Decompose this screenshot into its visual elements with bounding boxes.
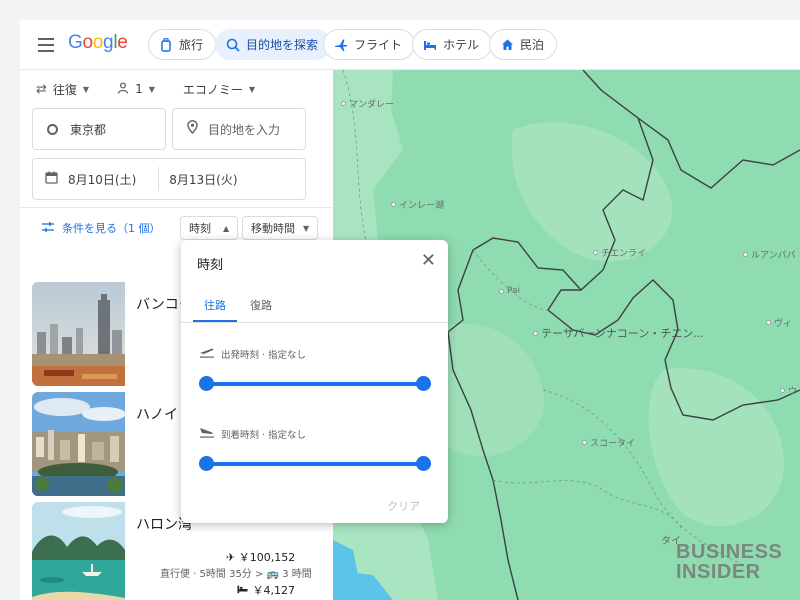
caret-down-icon: ▼ bbox=[82, 84, 90, 94]
map-label-luang-prabang[interactable]: ルアンパバ bbox=[743, 248, 796, 261]
date-field[interactable]: 8月10日(土) 8月13日(火) bbox=[32, 158, 306, 200]
map-label-mandalay[interactable]: マンダレー bbox=[341, 97, 394, 110]
map-label-pai[interactable]: Pai bbox=[499, 286, 520, 296]
origin-circle-icon bbox=[47, 123, 58, 135]
halong-bay-photo bbox=[32, 502, 125, 600]
business-insider-watermark: BUSINESS INSIDER bbox=[676, 541, 783, 583]
arrival-time-slider[interactable] bbox=[206, 462, 424, 466]
arrival-slider-max-handle[interactable] bbox=[416, 456, 431, 471]
destination-field[interactable]: 目的地を入力 bbox=[172, 108, 306, 150]
destination-name: ハノイ bbox=[136, 407, 178, 423]
return-date[interactable]: 8月13日(火) bbox=[169, 171, 237, 188]
chip-travel[interactable]: 旅行 bbox=[148, 29, 217, 60]
calendar-icon bbox=[45, 171, 58, 188]
trip-options: ⇄ 往復 ▼ 1 ▼ エコノミー ▼ bbox=[36, 78, 255, 100]
arrival-slider-min-handle[interactable] bbox=[199, 456, 214, 471]
house-icon bbox=[500, 38, 514, 52]
flight-info-row: 直行便 · 5時間 35分 > 🚌 3 時間 bbox=[160, 565, 312, 580]
clear-button[interactable]: クリア bbox=[387, 498, 420, 514]
luggage-icon bbox=[159, 37, 173, 52]
departure-time-slider[interactable] bbox=[206, 382, 424, 386]
view-filters-label: 条件を見る（1 個） bbox=[62, 222, 161, 235]
popup-title: 時刻 bbox=[197, 258, 224, 273]
time-filter-button[interactable]: 時刻 ▲ bbox=[180, 216, 239, 240]
duration-filter-button[interactable]: 移動時間 ▼ bbox=[242, 216, 319, 240]
departure-time-label: 出発時刻 · 指定なし bbox=[221, 349, 307, 361]
swap-arrows-icon: ⇄ bbox=[36, 81, 47, 97]
chip-explore-label: 目的地を探索 bbox=[246, 38, 319, 52]
depart-date[interactable]: 8月10日(土) bbox=[68, 171, 136, 188]
departure-slider-max-handle[interactable] bbox=[416, 376, 431, 391]
cabin-class-select[interactable]: エコノミー ▼ bbox=[183, 81, 255, 98]
bus-icon: 🚌 bbox=[266, 569, 279, 580]
caret-down-icon: ▼ bbox=[148, 84, 155, 94]
arrival-time-label: 到着時刻 · 指定なし bbox=[221, 429, 307, 441]
flight-price-row: ✈ ￥100,152 bbox=[226, 549, 295, 565]
map-label-chiang-mai[interactable]: テーサバーンナコーン・チエン... bbox=[533, 325, 704, 341]
duration-filter-label: 移動時間 bbox=[251, 222, 295, 235]
destination-placeholder: 目的地を入力 bbox=[208, 122, 281, 137]
departure-slider-min-handle[interactable] bbox=[199, 376, 214, 391]
passenger-count: 1 bbox=[135, 82, 143, 96]
bangkok-photo bbox=[32, 282, 125, 386]
chip-vacation-rentals-label: 民泊 bbox=[520, 38, 545, 52]
map-label-inle-lake[interactable]: インレー湖 bbox=[391, 198, 444, 211]
menu-icon[interactable] bbox=[38, 38, 54, 52]
chip-vacation-rentals[interactable]: 民泊 bbox=[489, 29, 558, 60]
google-logo[interactable]: Google bbox=[68, 32, 128, 54]
location-pin-icon bbox=[187, 120, 198, 138]
time-filter-popup: 時刻 ✕ 往路 復路 出発時刻 · 指定なし 到着時刻 · 指定なし クリア bbox=[181, 240, 448, 523]
tab-outbound[interactable]: 往路 bbox=[204, 297, 226, 313]
explore-icon bbox=[226, 38, 240, 52]
arrival-time-label-row: 到着時刻 · 指定なし bbox=[199, 426, 306, 441]
chip-flights-label: フライト bbox=[354, 38, 403, 52]
tune-icon bbox=[42, 221, 54, 235]
chip-hotels[interactable]: ホテル bbox=[412, 29, 493, 60]
view-filters-button[interactable]: 条件を見る（1 個） bbox=[34, 216, 169, 240]
cabin-class-value: エコノミー bbox=[182, 82, 243, 97]
hotel-price-row: ￥4,127 bbox=[236, 582, 295, 598]
time-filter-label: 時刻 bbox=[189, 222, 211, 235]
flight-info: 直行便 · 5時間 35分 > bbox=[160, 569, 264, 580]
departure-time-label-row: 出発時刻 · 指定なし bbox=[199, 346, 306, 361]
top-bar: Google 旅行 目的地を探索 フライト ホテル 民泊 bbox=[20, 20, 800, 70]
airplane-icon bbox=[334, 38, 348, 52]
hanoi-photo bbox=[32, 392, 125, 496]
trip-type-select[interactable]: ⇄ 往復 ▼ bbox=[36, 81, 89, 98]
origin-value: 東京都 bbox=[70, 122, 107, 137]
flight-price: ￥100,152 bbox=[238, 551, 296, 564]
airplane-icon: ✈ bbox=[226, 551, 236, 564]
ground-transport-info: 3 時間 bbox=[282, 569, 312, 580]
map-label-udon[interactable]: ウ bbox=[780, 384, 797, 397]
chip-travel-label: 旅行 bbox=[179, 38, 204, 52]
origin-field[interactable]: 東京都 bbox=[32, 108, 166, 150]
map-label-sukhothai[interactable]: スコータイ bbox=[582, 436, 635, 449]
chip-explore[interactable]: 目的地を探索 bbox=[215, 29, 332, 60]
landing-icon bbox=[199, 426, 215, 441]
passenger-select[interactable]: 1 ▼ bbox=[117, 81, 155, 97]
bed-icon bbox=[236, 584, 253, 597]
map-label-chiang-rai[interactable]: チエンライ bbox=[593, 246, 646, 259]
bed-icon bbox=[423, 38, 437, 52]
caret-down-icon: ▼ bbox=[303, 223, 310, 233]
chip-hotels-label: ホテル bbox=[443, 38, 480, 52]
chip-flights[interactable]: フライト bbox=[323, 29, 416, 60]
takeoff-icon bbox=[199, 346, 215, 361]
caret-up-icon: ▲ bbox=[223, 223, 230, 233]
tab-return[interactable]: 復路 bbox=[250, 297, 272, 313]
close-icon[interactable]: ✕ bbox=[421, 250, 436, 271]
map-label-vientiane[interactable]: ヴィ bbox=[766, 316, 792, 329]
trip-type-value: 往復 bbox=[52, 82, 77, 97]
date-divider bbox=[158, 167, 160, 191]
hotel-price: ￥4,127 bbox=[252, 584, 296, 597]
person-icon bbox=[117, 81, 129, 97]
tab-divider bbox=[181, 322, 448, 323]
caret-down-icon: ▼ bbox=[248, 84, 256, 94]
